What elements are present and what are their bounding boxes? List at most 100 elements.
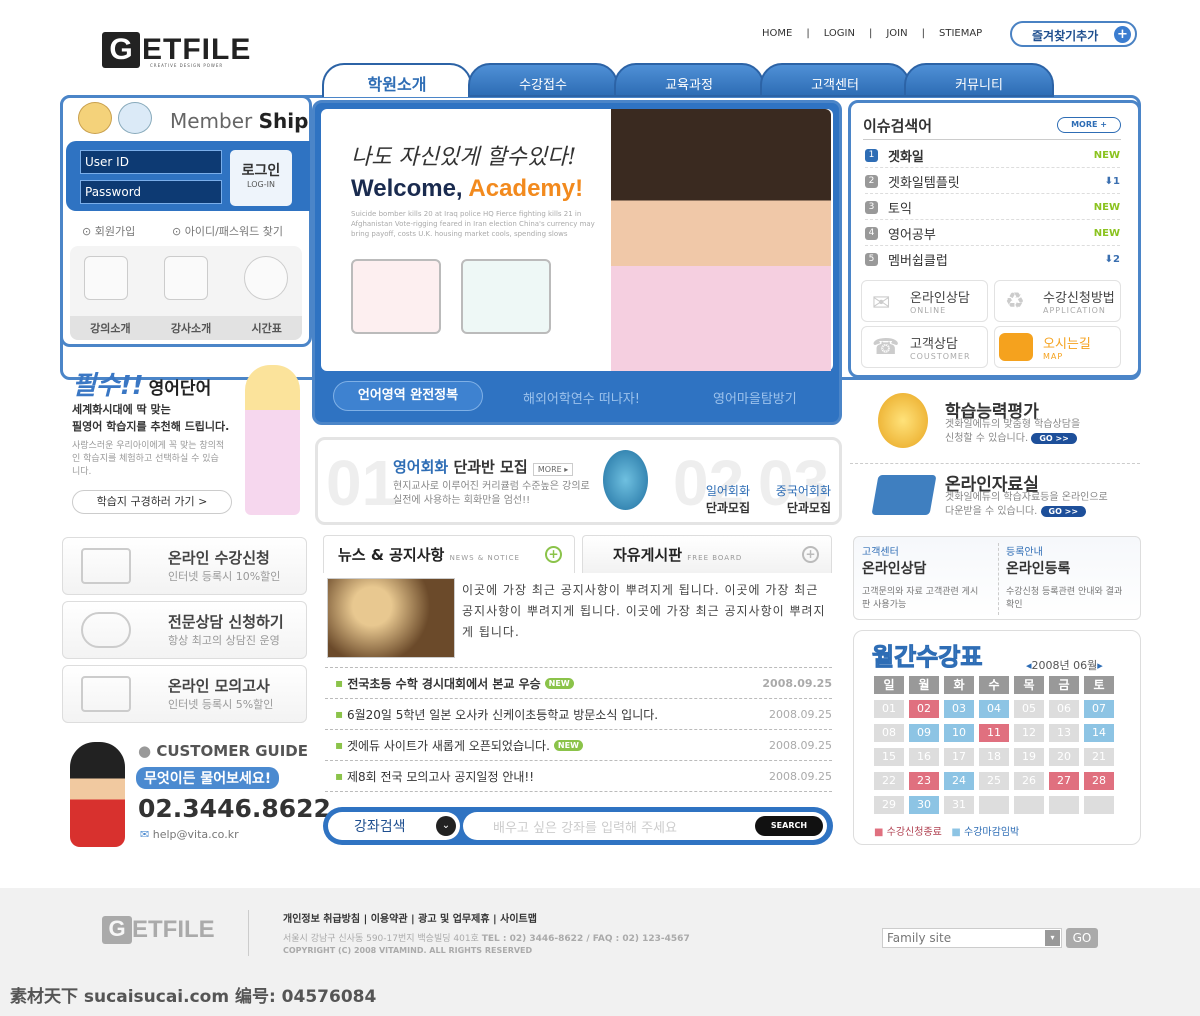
news-item[interactable]: ▪ 전국초등 수학 경시대회에서 본교 우승 NEW 2008.09.25	[325, 668, 832, 699]
tab-community[interactable]: 커뮤니티	[904, 63, 1054, 97]
calendar-day[interactable]: 26	[1014, 772, 1044, 790]
calendar-day[interactable]: 14	[1084, 724, 1114, 742]
join-link[interactable]: JOIN	[886, 28, 907, 39]
teacher-intro-link[interactable]: 강사소개	[171, 320, 211, 336]
calendar-day[interactable]: 12	[1014, 724, 1044, 742]
calendar-day[interactable]: 04	[979, 700, 1009, 718]
japanese-course-link[interactable]: 일어회화 단과모집	[698, 482, 750, 516]
directions-button[interactable]: 오시는길 MAP	[994, 326, 1121, 368]
plus-icon: +	[1114, 26, 1131, 43]
calendar-day[interactable]: 25	[979, 772, 1009, 790]
mock-exam-button[interactable]: 온라인 모의고사 인터넷 등록시 5%할인	[62, 665, 307, 723]
keyword-item[interactable]: 3 토익 NEW	[865, 195, 1120, 220]
family-site-go-button[interactable]: GO	[1066, 928, 1098, 948]
tab-enroll[interactable]: 수강접수	[468, 63, 618, 97]
calendar-day[interactable]: 09	[909, 724, 939, 742]
login-button[interactable]: 로그인 LOG-IN	[230, 150, 292, 206]
calendar-day[interactable]: 23	[909, 772, 939, 790]
news-item[interactable]: ▪ 겟에듀 사이트가 새롭게 오픈되었습니다. NEW 2008.09.25	[325, 730, 832, 761]
terms-link[interactable]: 이용약관	[371, 914, 408, 925]
calendar-day[interactable]: 18	[979, 748, 1009, 766]
keyword-item[interactable]: 1 겟화일 NEW	[865, 143, 1120, 168]
calendar-day[interactable]: 22	[874, 772, 904, 790]
next-month-button[interactable]: ▸	[1097, 659, 1103, 672]
customer-consult-button[interactable]: ☎ 고객상담 COUSTOMER	[861, 326, 988, 368]
calendar-day[interactable]: 11	[979, 724, 1009, 742]
car-icon	[999, 333, 1033, 361]
calendar-day[interactable]: 24	[944, 772, 974, 790]
calendar-day[interactable]: 17	[944, 748, 974, 766]
tab-about[interactable]: 학원소개	[322, 63, 472, 97]
tab-courses[interactable]: 교육과정	[614, 63, 764, 97]
chevron-down-icon: ⌄	[436, 816, 456, 836]
monthly-schedule-calendar: 월간수강표 ◂2008년 06월▸ 일 월 화 수 목 금 토 01 02 03 04 05 06 07 0…	[853, 630, 1141, 845]
chevron-down-icon: ▾	[1045, 930, 1060, 946]
calendar-day[interactable]: 15	[874, 748, 904, 766]
calendar-day[interactable]: 07	[1084, 700, 1114, 718]
calendar-day[interactable]: 31	[944, 796, 974, 814]
calendar-day[interactable]: 21	[1084, 748, 1114, 766]
calendar-day[interactable]: 13	[1049, 724, 1079, 742]
calendar-day[interactable]: 27	[1049, 772, 1079, 790]
sitemap-link[interactable]: 사이트맵	[500, 914, 537, 925]
go-button[interactable]: GO >>	[1031, 433, 1077, 444]
more-keywords-button[interactable]: MORE +	[1057, 117, 1121, 133]
search-button[interactable]: SEARCH	[755, 816, 823, 836]
sitemap-link[interactable]: STIEMAP	[939, 28, 982, 39]
news-item[interactable]: ▪ 제8회 전국 모의고사 공지일정 안내!! 2008.09.25	[325, 761, 832, 792]
promo-list: 학습능력평가 겟화일에듀의 맞춤형 학습상담을 신청할 수 있습니다. GO >>…	[850, 385, 1140, 530]
calendar-day[interactable]: 20	[1049, 748, 1079, 766]
view-workbook-button[interactable]: 학습지 구경하러 가기 >	[72, 490, 232, 514]
join-link[interactable]: ⊙ 회원가입	[82, 223, 135, 239]
keyword-item[interactable]: 5 멤버쉽클럽 ⬇2	[865, 247, 1120, 272]
banner-link-study-abroad[interactable]: 해외어학연수 떠나자!	[523, 388, 640, 407]
keyword-item[interactable]: 2 겟화일템플릿 ⬇1	[865, 169, 1120, 194]
news-item[interactable]: ▪ 6월20일 5학년 일본 오사카 신케이초등학교 방문소식 입니다. 2008…	[325, 699, 832, 730]
calendar-day[interactable]: 06	[1049, 700, 1079, 718]
banner-link-language[interactable]: 언어영역 완전정복	[333, 381, 483, 411]
email-link[interactable]: ✉ help@vita.co.kr	[140, 828, 239, 841]
application-guide-button[interactable]: ♻ 수강신청방법 APPLICATION	[994, 280, 1121, 322]
login-link[interactable]: LOGIN	[824, 28, 855, 39]
password-input[interactable]: Password	[80, 180, 222, 204]
computer-icon	[81, 548, 131, 584]
user-id-input[interactable]: User ID	[80, 150, 222, 174]
calendar-day[interactable]: 01	[874, 700, 904, 718]
go-button[interactable]: GO >>	[1040, 506, 1087, 517]
tab-free-board[interactable]: 자유게시판 FREE BOARD +	[582, 535, 832, 573]
calendar-day[interactable]: 29	[874, 796, 904, 814]
calendar-day[interactable]: 19	[1014, 748, 1044, 766]
logo[interactable]: G ETFILE CREATIVE DESIGN POWER	[102, 32, 251, 68]
lecture-intro-link[interactable]: 강의소개	[90, 320, 130, 336]
calendar-day[interactable]: 10	[944, 724, 974, 742]
keyword-item[interactable]: 4 영어공부 NEW	[865, 221, 1120, 246]
globe-icon	[603, 450, 648, 510]
calendar-day[interactable]: 16	[909, 748, 939, 766]
tab-news-notice[interactable]: 뉴스 & 공지사항 NEWS & NOTICE +	[323, 535, 575, 573]
online-consult-card[interactable]: 고객센터 온라인상담 고객문의와 자료 고객관련 게시판 사용가능	[862, 543, 997, 610]
online-consult-button[interactable]: ✉ 온라인상담 ONLINE	[861, 280, 988, 322]
calendar-day[interactable]: 03	[944, 700, 974, 718]
calendar-day[interactable]: 08	[874, 724, 904, 742]
calendar-day[interactable]: 02	[909, 700, 939, 718]
search-category-select[interactable]: 강좌검색 ⌄	[328, 812, 460, 840]
find-account-link[interactable]: ⊙ 아이디/패스워드 찾기	[172, 223, 283, 239]
calendar-day[interactable]: 05	[1014, 700, 1044, 718]
bookmark-button[interactable]: 즐겨찾기추가 +	[1010, 21, 1137, 47]
timetable-link[interactable]: 시간표	[252, 320, 282, 336]
banner-link-english-village[interactable]: 영어마을탐방기	[713, 388, 797, 407]
calendar-day[interactable]: 28	[1084, 772, 1114, 790]
expert-consult-button[interactable]: 전문상담 신청하기 항상 최고의 상담진 운영	[62, 601, 307, 659]
calendar-day[interactable]: 30	[909, 796, 939, 814]
tab-support[interactable]: 고객센터	[760, 63, 910, 97]
envelope-icon: ✉	[872, 291, 891, 316]
privacy-link[interactable]: 개인정보 취급방침	[283, 914, 360, 925]
chinese-course-link[interactable]: 중국어회화 단과모집	[763, 482, 831, 516]
online-enroll-button[interactable]: 온라인 수강신청 인터넷 등록시 10%할인	[62, 537, 307, 595]
ads-link[interactable]: 광고 및 업무제휴	[418, 914, 489, 925]
family-site-select[interactable]: Family site ▾	[882, 928, 1062, 948]
online-register-card[interactable]: 등록안내 온라인등록 수강신청 등록관련 안내와 결과확인	[1006, 543, 1141, 610]
more-button[interactable]: MORE ▸	[532, 463, 574, 476]
english-word-promo: 필수!! 영어단어 세계화시대에 딱 맞는 필영어 학습지를 추천해 드립니다. …	[60, 345, 310, 525]
home-link[interactable]: HOME	[762, 28, 792, 39]
